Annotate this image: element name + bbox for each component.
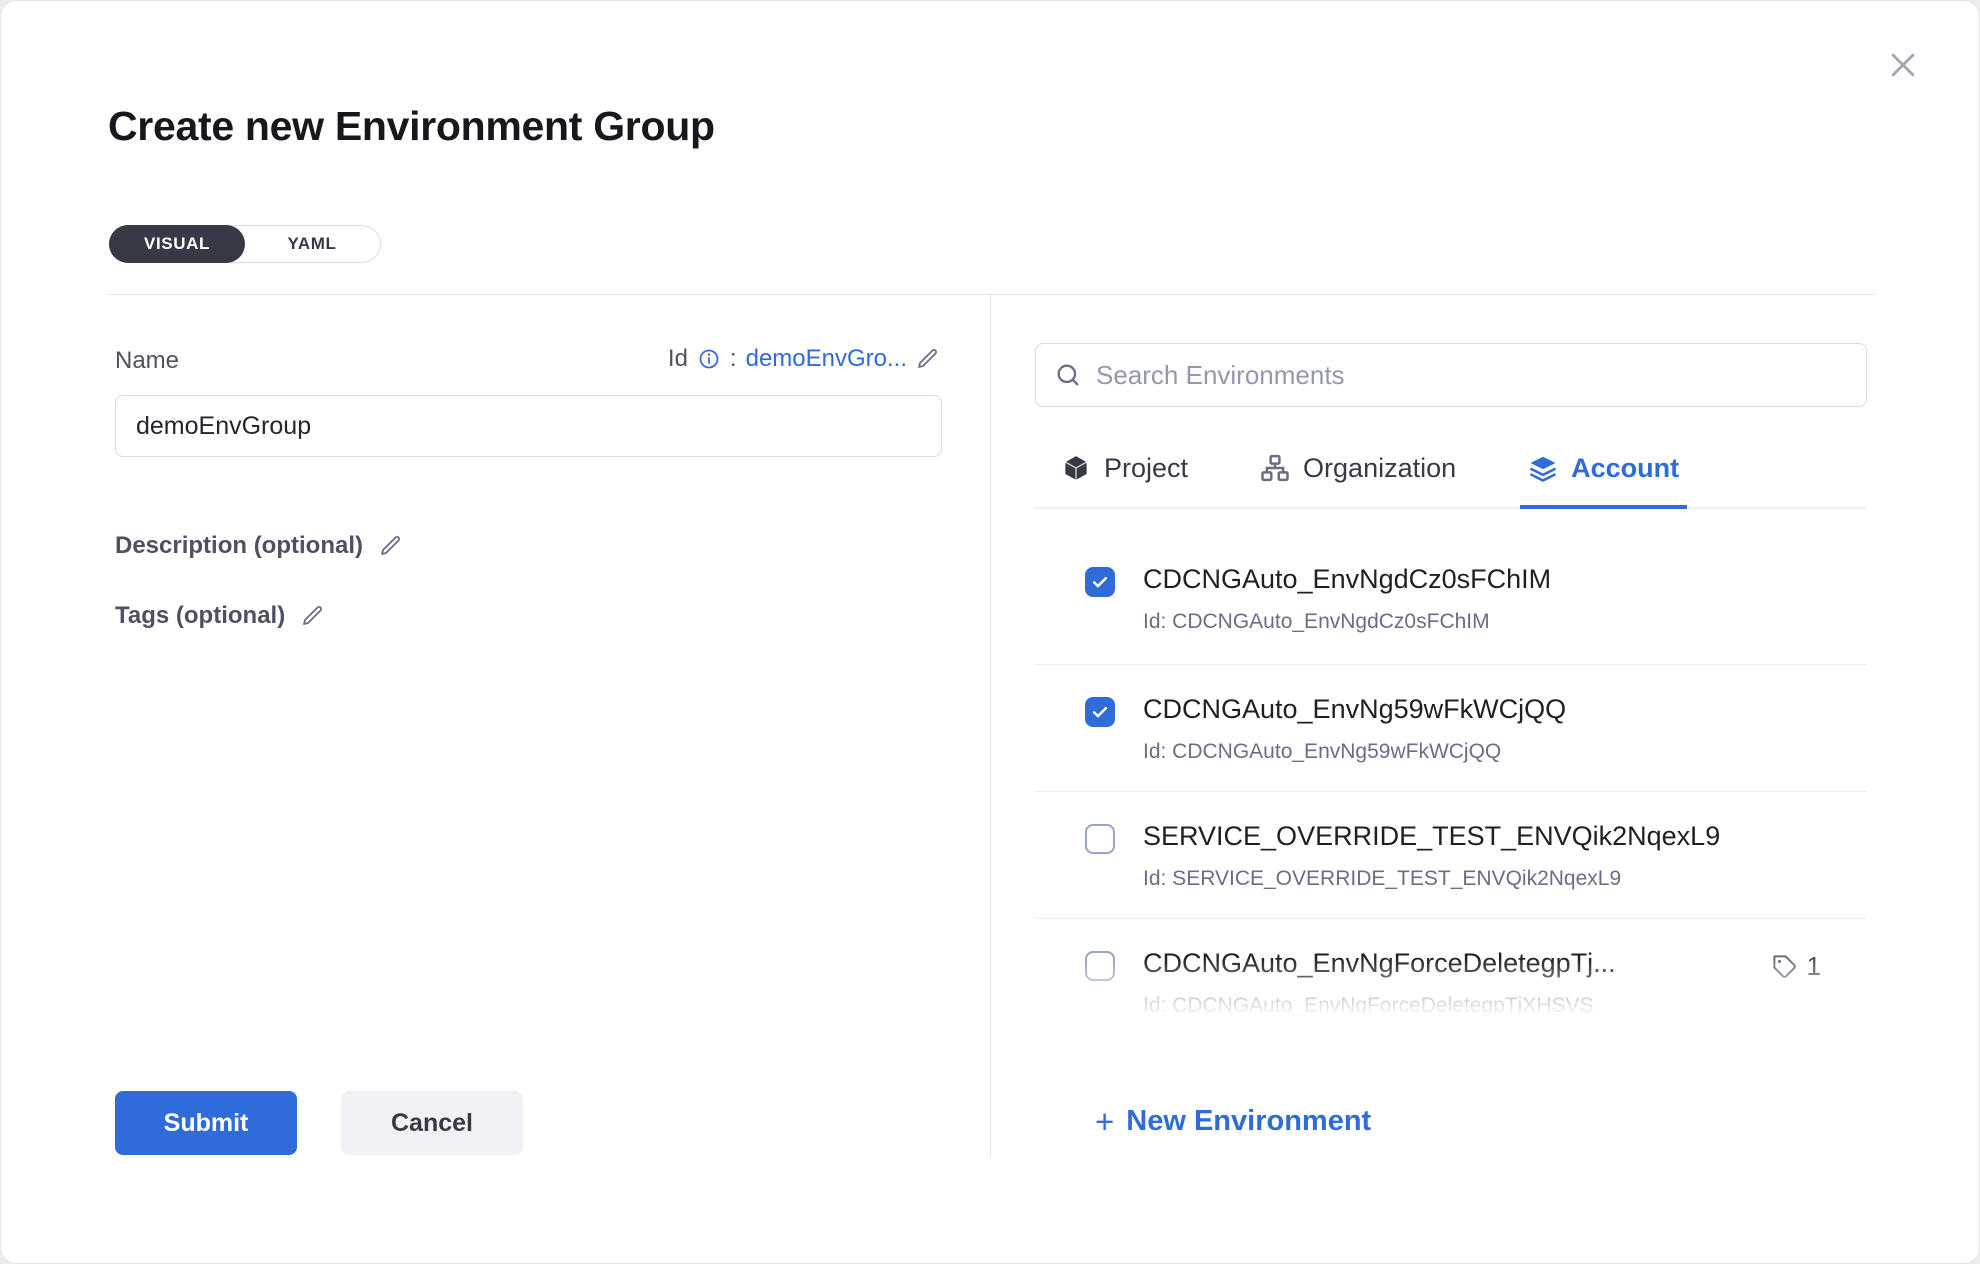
search-icon bbox=[1054, 361, 1082, 389]
environment-checkbox[interactable] bbox=[1085, 567, 1115, 597]
visual-yaml-toggle: VISUAL YAML bbox=[109, 225, 381, 263]
environment-name: SERVICE_OVERRIDE_TEST_ENVQik2NqexL9 bbox=[1143, 820, 1867, 852]
cube-icon bbox=[1061, 453, 1091, 483]
id-colon: : bbox=[730, 345, 737, 373]
edit-id-pencil-icon[interactable] bbox=[916, 347, 940, 371]
description-label: Description (optional) bbox=[115, 532, 363, 560]
id-value: demoEnvGro... bbox=[746, 345, 907, 373]
environment-row: CDCNGAuto_EnvNgdCz0sFChIM Id: CDCNGAuto_… bbox=[1035, 513, 1867, 665]
environment-checkbox[interactable] bbox=[1085, 951, 1115, 981]
id-label: Id bbox=[668, 345, 688, 373]
org-hierarchy-icon bbox=[1260, 453, 1290, 483]
environment-name: CDCNGAuto_EnvNgForceDeletegpTj... bbox=[1143, 947, 1743, 979]
edit-description-pencil-icon[interactable] bbox=[379, 534, 403, 558]
header-divider bbox=[108, 294, 1875, 295]
close-icon[interactable] bbox=[1881, 43, 1925, 87]
tab-organization[interactable]: Organization bbox=[1252, 437, 1464, 509]
tag-icon bbox=[1771, 953, 1798, 980]
tab-account[interactable]: Account bbox=[1520, 437, 1687, 509]
environment-row: CDCNGAuto_EnvNgForceDeletegpTj... Id: CD… bbox=[1035, 919, 1867, 1028]
environment-id: Id: CDCNGAuto_EnvNgForceDeletegpTjXHSVS bbox=[1143, 994, 1743, 1018]
tags-label: Tags (optional) bbox=[115, 602, 285, 630]
edit-tags-pencil-icon[interactable] bbox=[301, 604, 325, 628]
environment-checkbox[interactable] bbox=[1085, 824, 1115, 854]
search-environments-box bbox=[1035, 343, 1867, 407]
tab-account-label: Account bbox=[1571, 451, 1679, 485]
environment-checkbox[interactable] bbox=[1085, 697, 1115, 727]
description-row: Description (optional) bbox=[115, 532, 403, 560]
scope-tabs: Project Organization Account bbox=[1035, 437, 1867, 509]
submit-button[interactable]: Submit bbox=[115, 1091, 297, 1155]
tab-organization-label: Organization bbox=[1303, 451, 1456, 485]
environment-row: CDCNGAuto_EnvNg59wFkWCjQQ Id: CDCNGAuto_… bbox=[1035, 665, 1867, 792]
environment-row: SERVICE_OVERRIDE_TEST_ENVQik2NqexL9 Id: … bbox=[1035, 792, 1867, 919]
layers-icon bbox=[1528, 453, 1558, 483]
toggle-visual[interactable]: VISUAL bbox=[109, 225, 245, 263]
entity-id-row: Id : demoEnvGro... bbox=[668, 345, 940, 373]
environment-name: CDCNGAuto_EnvNg59wFkWCjQQ bbox=[1143, 693, 1867, 725]
environment-id: Id: CDCNGAuto_EnvNgdCz0sFChIM bbox=[1143, 610, 1867, 634]
environment-id: Id: CDCNGAuto_EnvNg59wFkWCjQQ bbox=[1143, 740, 1867, 764]
environment-name: CDCNGAuto_EnvNgdCz0sFChIM bbox=[1143, 563, 1867, 595]
create-environment-group-dialog: Create new Environment Group VISUAL YAML… bbox=[0, 0, 1980, 1264]
cancel-button[interactable]: Cancel bbox=[341, 1091, 523, 1155]
new-environment-label: New Environment bbox=[1126, 1105, 1371, 1138]
tags-row: Tags (optional) bbox=[115, 602, 325, 630]
tab-project[interactable]: Project bbox=[1053, 437, 1196, 509]
name-label: Name bbox=[115, 347, 179, 375]
name-input[interactable] bbox=[115, 395, 942, 457]
plus-icon: + bbox=[1095, 1107, 1114, 1137]
toggle-yaml[interactable]: YAML bbox=[244, 226, 380, 262]
tag-count: 1 bbox=[1807, 951, 1821, 982]
page-title: Create new Environment Group bbox=[108, 103, 715, 150]
environment-list[interactable]: CDCNGAuto_EnvNgdCz0sFChIM Id: CDCNGAuto_… bbox=[1035, 513, 1867, 1028]
environment-id: Id: SERVICE_OVERRIDE_TEST_ENVQik2NqexL9 bbox=[1143, 867, 1867, 891]
tag-count-badge: 1 bbox=[1771, 951, 1821, 982]
info-icon[interactable] bbox=[697, 347, 721, 371]
panel-divider bbox=[990, 295, 991, 1156]
new-environment-button[interactable]: + New Environment bbox=[1095, 1105, 1371, 1138]
search-environments-input[interactable] bbox=[1096, 360, 1848, 391]
tab-project-label: Project bbox=[1104, 451, 1188, 485]
